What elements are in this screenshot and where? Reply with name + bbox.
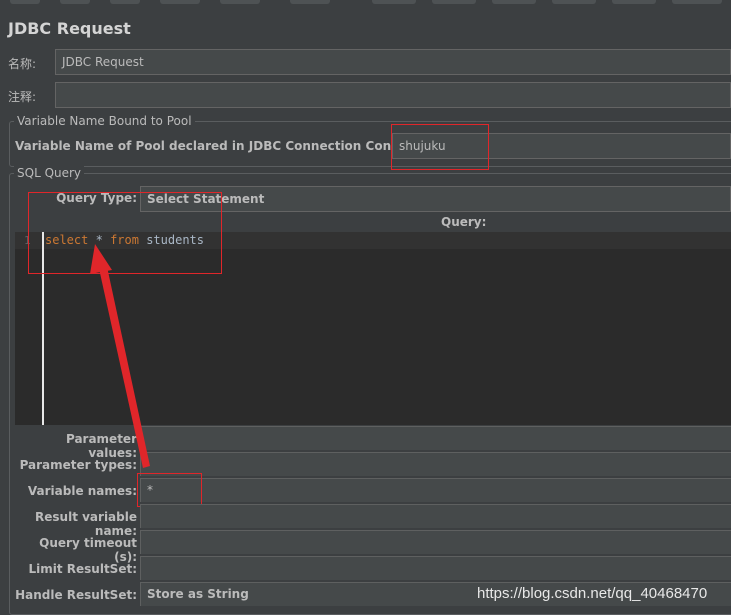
watermark-text: https://blog.csdn.net/qq_40468470 (477, 585, 708, 602)
arrow-shaft (98, 262, 150, 468)
arrow-head (90, 244, 112, 274)
annotation-arrow (90, 244, 150, 468)
